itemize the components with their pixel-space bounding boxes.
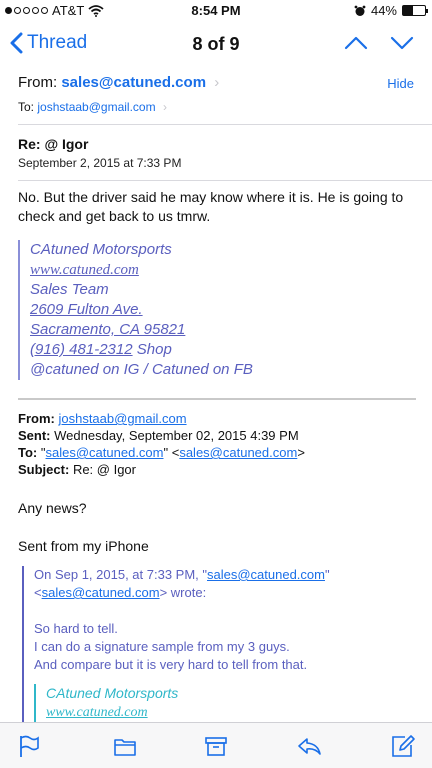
attribution-name-link[interactable]: sales@catuned.com (207, 567, 325, 582)
quoted-sent-label: Sent (18, 428, 47, 443)
chevron-right-icon: › (162, 100, 167, 114)
compose-icon[interactable] (390, 733, 416, 759)
signature-street-link[interactable]: 2609 Fulton Ave. (30, 300, 408, 320)
sender-address[interactable]: sales@catuned.com (61, 74, 206, 91)
quoted-subject-row: Subject: Re: @ Igor (18, 462, 136, 477)
from-label: From: (18, 74, 58, 91)
hide-details-button[interactable]: Hide (387, 76, 414, 91)
previous-message-button[interactable] (344, 32, 368, 54)
chevron-right-icon: › (214, 74, 220, 91)
nested-signature-company: CAtuned Motorsports (46, 685, 179, 701)
nested-quote: On Sep 1, 2015, at 7:33 PM, "sales@catun… (22, 566, 416, 722)
message-navigator (344, 32, 414, 54)
nested-signature: CAtuned Motorsports www.catuned.com (34, 684, 416, 722)
signature-website-link[interactable]: www.catuned.com (30, 260, 408, 280)
next-message-button[interactable] (390, 32, 414, 54)
quoted-subject-label: Subject (18, 462, 65, 477)
signature-phone-suffix: Shop (136, 341, 172, 358)
signature-phone-link[interactable]: (916) 481-2312 (30, 341, 133, 358)
sender-row: From: sales@catuned.com › (18, 74, 219, 91)
alarm-icon (354, 5, 366, 16)
status-bar: AT&T 8:54 PM 44% (0, 0, 432, 22)
recipient-address[interactable]: joshstaab@gmail.com (37, 100, 155, 114)
signature-social: @catuned on IG / Catuned on FB (30, 361, 253, 378)
quoted-from-label: From (18, 411, 51, 426)
quoted-to-name-link[interactable]: sales@catuned.com (46, 445, 164, 460)
signature-company: CAtuned Motorsports (30, 241, 172, 258)
divider (18, 124, 432, 125)
quoted-to-label: To (18, 445, 33, 460)
battery-fill (403, 6, 413, 15)
angle-bracket: < (34, 585, 42, 600)
battery-percent: 44% (370, 3, 397, 18)
divider (18, 180, 432, 181)
quoted-sent-value: Wednesday, September 02, 2015 4:39 PM (54, 428, 299, 443)
folder-icon[interactable] (112, 733, 138, 759)
quote-mark: " < (163, 445, 180, 460)
bottom-toolbar (0, 722, 432, 768)
signature-team: Sales Team (30, 281, 109, 298)
quoted-to-addr-link[interactable]: sales@catuned.com (179, 445, 297, 460)
nested-quote-attribution: On Sep 1, 2015, at 7:33 PM, "sales@catun… (34, 566, 416, 584)
quoted-from-row: From: joshstaab@gmail.com (18, 411, 187, 426)
nested-quote-line: So hard to tell. (34, 621, 118, 636)
message-subject: Re: @ Igor (18, 136, 89, 152)
quoted-sent-from: Sent from my iPhone (18, 538, 149, 554)
quote-divider (18, 398, 416, 400)
nested-quote-line: And compare but it is very hard to tell … (34, 657, 308, 672)
nested-quote-line: I can do a signature sample from my 3 gu… (34, 639, 290, 654)
attribution-prefix: On Sep 1, 2015, at 7:33 PM, " (34, 567, 207, 582)
quoted-subject-value: Re: @ Igor (72, 462, 136, 477)
quoted-body-line: Any news? (18, 500, 87, 516)
reply-icon[interactable] (296, 733, 322, 759)
attribution-addr-link[interactable]: sales@catuned.com (42, 585, 160, 600)
signature-phone-row: (916) 481-2312 Shop (30, 340, 408, 360)
battery-area: 44% (354, 3, 428, 18)
quoted-to-row: To: "sales@catuned.com" <sales@catuned.c… (18, 445, 305, 460)
quote-mark: " (324, 567, 330, 582)
nav-bar: Thread 8 of 9 (0, 22, 432, 66)
signature-city-link[interactable]: Sacramento, CA 95821 (30, 320, 408, 340)
to-label: To: (18, 100, 35, 114)
archive-icon[interactable] (203, 733, 229, 759)
quoted-sent-row: Sent: Wednesday, September 02, 2015 4:39… (18, 428, 299, 443)
attribution-wrote: > wrote: (159, 585, 207, 600)
angle-bracket: > (297, 445, 305, 460)
signature-block: CAtuned Motorsports www.catuned.com Sale… (18, 240, 408, 380)
recipient-row: To: joshstaab@gmail.com › (18, 100, 167, 114)
quoted-from-link[interactable]: joshstaab@gmail.com (58, 411, 186, 426)
nested-quote-attribution-addr: <sales@catuned.com> wrote: (34, 584, 416, 602)
nested-signature-website[interactable]: www.catuned.com (46, 703, 416, 722)
battery-icon (402, 5, 428, 16)
message-body: No. But the driver said he may know wher… (18, 189, 404, 224)
message-date: September 2, 2015 at 7:33 PM (18, 156, 182, 170)
quoted-headers: From: joshstaab@gmail.com Sent: Wednesda… (18, 410, 416, 478)
flag-icon[interactable] (16, 733, 42, 759)
